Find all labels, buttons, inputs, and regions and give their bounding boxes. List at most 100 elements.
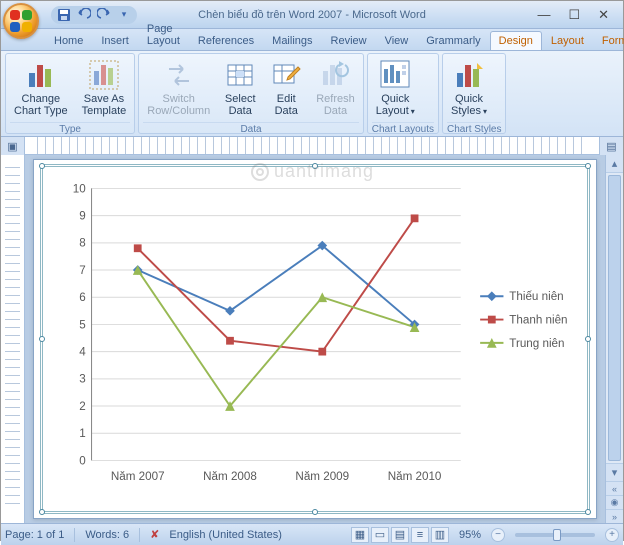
svg-text:0: 0 [79, 454, 86, 467]
button-label: Quick Styles▾ [451, 93, 487, 117]
svg-text:Thanh niên: Thanh niên [509, 313, 567, 326]
group-label: Data [143, 122, 359, 135]
document-area: 0 1 2 3 4 5 6 7 8 9 10 Năm 2007 [1, 155, 623, 523]
quick-layout-button[interactable]: Quick Layout▾ [372, 56, 419, 120]
group-type: Change Chart Type Save As Template Type [5, 53, 135, 134]
proofing-icon[interactable]: ✘ [150, 528, 159, 541]
resize-handle[interactable] [585, 163, 591, 169]
full-screen-view-button[interactable]: ▭ [371, 527, 389, 543]
edit-data-button[interactable]: Edit Data [266, 56, 306, 120]
button-label: Quick Layout▾ [376, 93, 415, 117]
tab-layout[interactable]: Layout [542, 31, 593, 50]
horizontal-ruler[interactable] [25, 137, 599, 154]
quick-styles-icon [453, 59, 485, 91]
scroll-thumb[interactable] [608, 175, 621, 461]
save-icon[interactable] [57, 8, 71, 22]
resize-handle[interactable] [39, 163, 45, 169]
tab-view[interactable]: View [376, 31, 418, 50]
tab-review[interactable]: Review [322, 31, 376, 50]
svg-text:8: 8 [79, 237, 85, 250]
svg-text:7: 7 [79, 264, 85, 277]
tab-home[interactable]: Home [45, 31, 92, 50]
button-label: Select Data [225, 93, 256, 117]
group-data: Switch Row/Column Select Data Edit Data … [138, 53, 364, 134]
switch-icon [163, 59, 195, 91]
scroll-down-button[interactable]: ▾ [606, 463, 623, 481]
button-label: Switch Row/Column [147, 93, 210, 117]
zoom-out-button[interactable]: − [491, 528, 505, 542]
resize-handle[interactable] [585, 509, 591, 515]
svg-text:10: 10 [73, 182, 86, 195]
browse-object-button[interactable]: ◉ [606, 495, 623, 509]
ruler-row: ▣ ▤ [1, 137, 623, 155]
button-label: Refresh Data [316, 93, 355, 117]
quick-layout-icon [379, 59, 411, 91]
status-language[interactable]: English (United States) [169, 529, 282, 541]
save-as-template-button[interactable]: Save As Template [78, 56, 131, 120]
button-label: Save As Template [82, 93, 127, 117]
resize-handle[interactable] [39, 509, 45, 515]
select-data-button[interactable]: Select Data [220, 56, 260, 120]
close-button[interactable]: ✕ [598, 7, 609, 23]
template-icon [88, 59, 120, 91]
page-viewport[interactable]: 0 1 2 3 4 5 6 7 8 9 10 Năm 2007 [25, 155, 605, 523]
status-bar: Page: 1 of 1 Words: 6 ✘ English (United … [1, 523, 623, 545]
ruler-show-toggle[interactable]: ▤ [599, 137, 623, 155]
button-label: Change Chart Type [14, 93, 68, 117]
tab-insert[interactable]: Insert [92, 31, 138, 50]
change-chart-type-button[interactable]: Change Chart Type [10, 56, 72, 120]
minimize-button[interactable]: — [537, 7, 550, 23]
ribbon-tabs: Home Insert Page Layout References Maili… [1, 29, 623, 51]
draft-view-button[interactable]: ▥ [431, 527, 449, 543]
quick-access-toolbar: ▾ [51, 6, 137, 24]
group-label: Chart Styles [447, 122, 501, 135]
svg-text:Năm 2010: Năm 2010 [388, 470, 442, 483]
zoom-level[interactable]: 95% [459, 529, 481, 541]
window-controls: — ☐ ✕ [537, 7, 619, 23]
button-label: Edit Data [275, 93, 298, 117]
maximize-button[interactable]: ☐ [568, 7, 580, 23]
print-layout-view-button[interactable]: ▦ [351, 527, 369, 543]
tab-format[interactable]: Format [593, 31, 624, 50]
vertical-scrollbar[interactable]: ▴ ▾ « ◉ » [605, 155, 623, 523]
chart-object[interactable]: 0 1 2 3 4 5 6 7 8 9 10 Năm 2007 [40, 164, 590, 514]
prev-page-button[interactable]: « [606, 481, 623, 495]
svg-text:1: 1 [79, 427, 85, 440]
svg-text:3: 3 [79, 373, 85, 386]
web-layout-view-button[interactable]: ▤ [391, 527, 409, 543]
svg-text:9: 9 [79, 210, 85, 223]
resize-handle[interactable] [312, 509, 318, 515]
next-page-button[interactable]: » [606, 509, 623, 523]
redo-icon[interactable] [97, 8, 111, 22]
undo-icon[interactable] [77, 8, 91, 22]
zoom-in-button[interactable]: + [605, 528, 619, 542]
outline-view-button[interactable]: ≡ [411, 527, 429, 543]
svg-text:4: 4 [79, 346, 86, 359]
office-button[interactable] [3, 3, 39, 39]
scroll-up-button[interactable]: ▴ [606, 155, 623, 173]
resize-handle[interactable] [312, 163, 318, 169]
tab-grammarly[interactable]: Grammarly [417, 31, 489, 50]
title-bar: ▾ Chèn biểu đồ trên Word 2007 - Microsof… [1, 1, 623, 29]
resize-handle[interactable] [39, 336, 45, 342]
qat-customize-icon[interactable]: ▾ [117, 8, 131, 22]
zoom-slider[interactable] [515, 533, 595, 537]
ruler-toggle-button[interactable]: ▣ [1, 137, 25, 155]
status-words[interactable]: Words: 6 [85, 529, 129, 541]
vertical-ruler[interactable] [1, 155, 25, 523]
select-data-icon [224, 59, 256, 91]
zoom-thumb[interactable] [553, 529, 561, 541]
tab-design[interactable]: Design [490, 31, 542, 50]
svg-text:Năm 2008: Năm 2008 [203, 470, 257, 483]
refresh-icon [319, 59, 351, 91]
tab-references[interactable]: References [189, 31, 263, 50]
ribbon: Change Chart Type Save As Template Type … [1, 51, 623, 137]
tab-page-layout[interactable]: Page Layout [138, 19, 189, 50]
svg-text:5: 5 [79, 318, 85, 331]
quick-styles-button[interactable]: Quick Styles▾ [447, 56, 491, 120]
resize-handle[interactable] [585, 336, 591, 342]
page: 0 1 2 3 4 5 6 7 8 9 10 Năm 2007 [33, 159, 597, 519]
svg-text:Trung niên: Trung niên [509, 337, 564, 350]
tab-mailings[interactable]: Mailings [263, 31, 321, 50]
status-page[interactable]: Page: 1 of 1 [5, 529, 64, 541]
